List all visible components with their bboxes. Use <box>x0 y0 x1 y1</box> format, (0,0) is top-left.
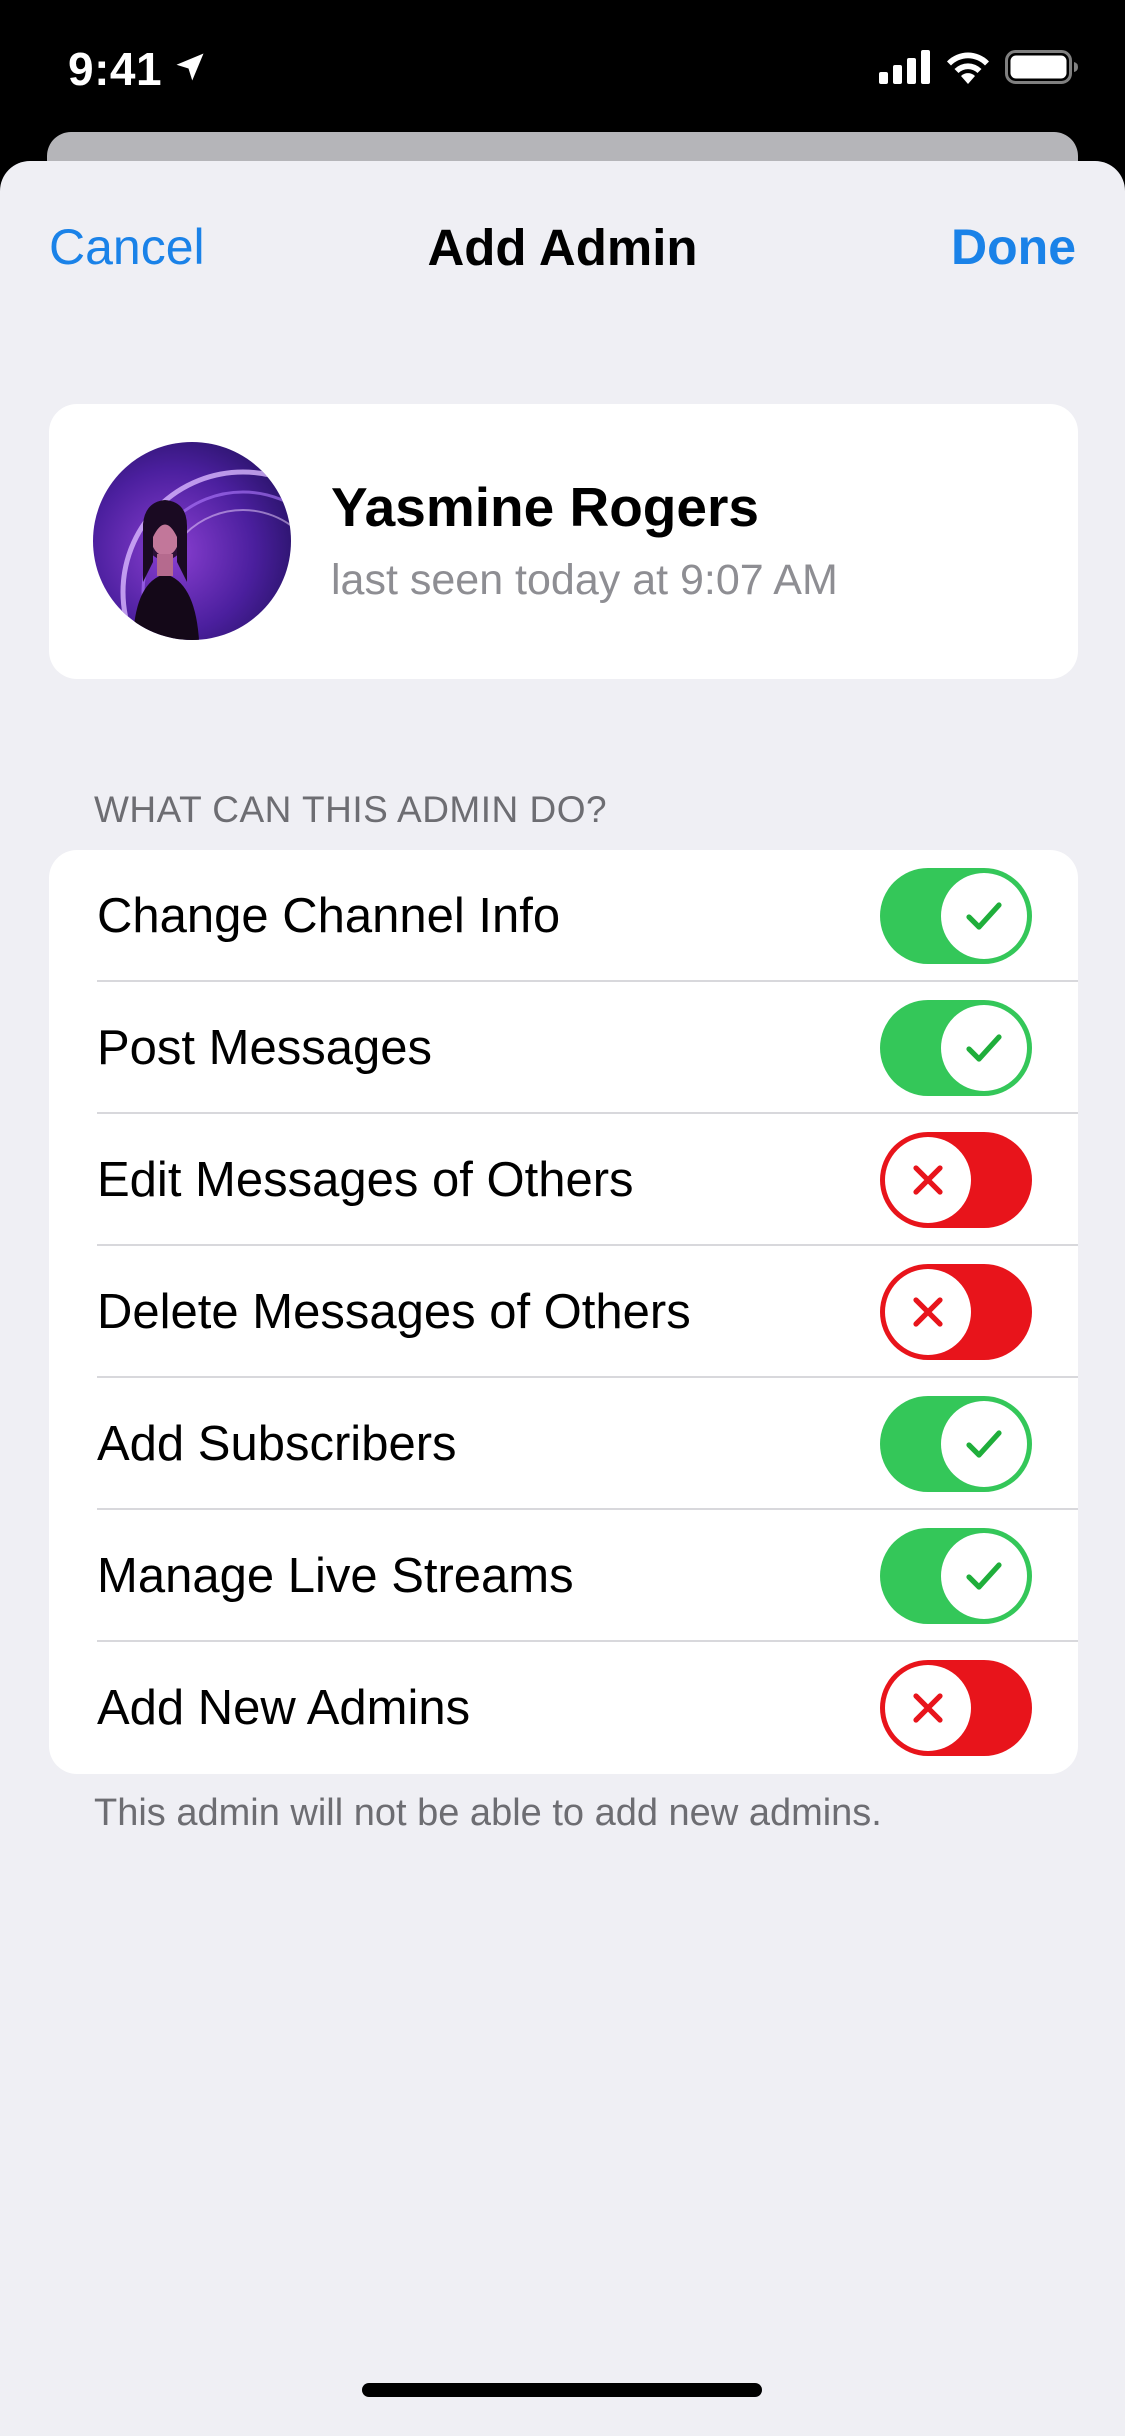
toggle-knob <box>885 1665 971 1751</box>
permissions-list: Change Channel Info Post Messages Edit Mes… <box>49 850 1078 1774</box>
cancel-button[interactable]: Cancel <box>49 218 205 276</box>
location-arrow-icon <box>172 42 208 96</box>
battery-icon <box>1005 50 1079 84</box>
permission-label: Delete Messages of Others <box>97 1285 691 1339</box>
cellular-signal-icon <box>879 50 931 84</box>
permission-row-add-new-admins: Add New Admins <box>49 1642 1078 1774</box>
done-button[interactable]: Done <box>951 218 1076 276</box>
status-icons <box>879 50 1079 84</box>
toggle-knob <box>941 1533 1027 1619</box>
checkmark-icon <box>960 1024 1008 1072</box>
toggle-knob <box>885 1269 971 1355</box>
status-bar: 9:41 <box>0 0 1125 132</box>
wifi-icon <box>945 50 991 84</box>
user-profile-card: Yasmine Rogers last seen today at 9:07 A… <box>49 404 1078 679</box>
close-icon <box>904 1156 952 1204</box>
last-seen-status: last seen today at 9:07 AM <box>331 556 838 604</box>
permission-label: Add Subscribers <box>97 1417 457 1471</box>
add-admin-sheet: Cancel Add Admin Done Yasmine Rogers las… <box>0 161 1125 2436</box>
permission-row-manage-live-streams: Manage Live Streams <box>49 1510 1078 1642</box>
status-time: 9:41 <box>68 43 163 95</box>
permission-toggle[interactable] <box>880 868 1032 964</box>
permission-row-change-channel-info: Change Channel Info <box>49 850 1078 982</box>
permission-toggle[interactable] <box>880 1660 1032 1756</box>
permission-toggle[interactable] <box>880 1132 1032 1228</box>
checkmark-icon <box>960 1420 1008 1468</box>
permission-toggle[interactable] <box>880 1528 1032 1624</box>
permission-label: Manage Live Streams <box>97 1549 574 1603</box>
home-indicator <box>362 2383 762 2397</box>
permission-toggle[interactable] <box>880 1000 1032 1096</box>
permission-row-add-subscribers: Add Subscribers <box>49 1378 1078 1510</box>
checkmark-icon <box>960 1552 1008 1600</box>
permission-label: Change Channel Info <box>97 889 561 943</box>
toggle-knob <box>941 873 1027 959</box>
user-name: Yasmine Rogers <box>331 476 759 538</box>
toggle-knob <box>941 1005 1027 1091</box>
avatar <box>93 442 291 640</box>
permission-toggle[interactable] <box>880 1264 1032 1360</box>
permission-row-edit-messages-of-others: Edit Messages of Others <box>49 1114 1078 1246</box>
permission-label: Edit Messages of Others <box>97 1153 634 1207</box>
permission-label: Add New Admins <box>97 1681 471 1735</box>
status-time-group: 9:41 <box>68 42 208 96</box>
permissions-footer-note: This admin will not be able to add new a… <box>94 1792 882 1834</box>
permission-row-delete-messages-of-others: Delete Messages of Others <box>49 1246 1078 1378</box>
permission-label: Post Messages <box>97 1021 432 1075</box>
checkmark-icon <box>960 892 1008 940</box>
permissions-section-header: WHAT CAN THIS ADMIN DO? <box>94 789 608 830</box>
permission-row-post-messages: Post Messages <box>49 982 1078 1114</box>
close-icon <box>904 1684 952 1732</box>
toggle-knob <box>941 1401 1027 1487</box>
toggle-knob <box>885 1137 971 1223</box>
permission-toggle[interactable] <box>880 1396 1032 1492</box>
close-icon <box>904 1288 952 1336</box>
